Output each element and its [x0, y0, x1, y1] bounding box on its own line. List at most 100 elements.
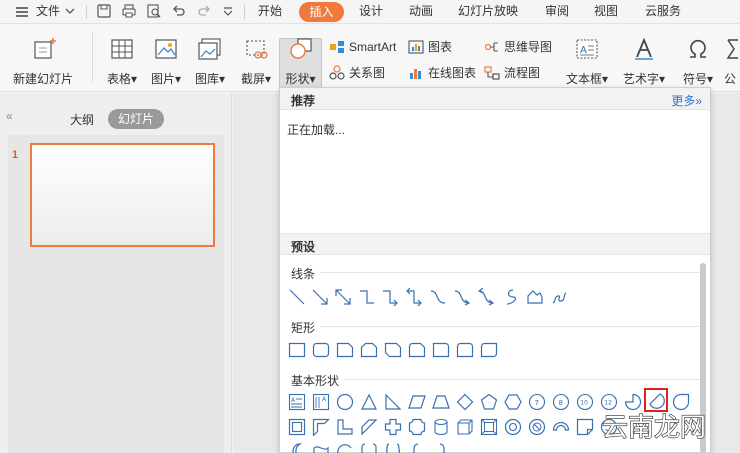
quick-access-chevron-icon[interactable] — [222, 5, 234, 17]
oval-shape-icon[interactable] — [336, 393, 354, 411]
rounded-rectangle-icon[interactable] — [312, 341, 330, 359]
tab-outline[interactable]: 大纲 — [70, 111, 94, 128]
shape-button-content[interactable]: 形状▾ — [279, 36, 322, 87]
tab-animation[interactable]: 动画 — [409, 0, 433, 24]
brace-pair-icon[interactable] — [384, 442, 402, 453]
relation-chart-button[interactable]: 关系图 — [329, 64, 385, 82]
freeform-shape-icon[interactable] — [526, 288, 544, 306]
can-shape-icon[interactable] — [432, 418, 450, 436]
flowchart-button[interactable]: 流程图 — [484, 64, 540, 82]
pentagon-shape-icon[interactable] — [480, 393, 498, 411]
scribble-shape-icon[interactable] — [550, 288, 568, 306]
redo-icon[interactable] — [196, 3, 212, 19]
slide-thumbnail[interactable] — [30, 143, 215, 247]
right-triangle-icon[interactable] — [384, 393, 402, 411]
tab-home[interactable]: 开始 — [258, 0, 282, 24]
more-link[interactable]: 更多» — [671, 92, 702, 109]
undo-icon[interactable] — [171, 3, 187, 19]
print-icon[interactable] — [121, 3, 137, 19]
double-arrow-line-icon[interactable] — [334, 288, 352, 306]
file-menu[interactable]: 文件 — [36, 0, 60, 24]
donut-shape-icon[interactable] — [504, 418, 522, 436]
curved-double-arrow-icon[interactable] — [477, 288, 495, 306]
online-chart-button[interactable]: 在线图表 — [408, 64, 476, 82]
curved-arrow-connector-icon[interactable] — [453, 288, 471, 306]
frame-shape-icon[interactable] — [288, 418, 306, 436]
new-slide-button[interactable]: 新建幻灯片 — [10, 36, 76, 87]
formula-button[interactable]: 公 — [724, 36, 740, 87]
diamond-shape-icon[interactable] — [456, 393, 474, 411]
plaque-shape-icon[interactable] — [408, 418, 426, 436]
cube-shape-icon[interactable] — [456, 418, 474, 436]
folded-corner-icon[interactable] — [576, 418, 594, 436]
category-lines: 线条 — [291, 267, 316, 281]
right-bracket-icon[interactable] — [432, 442, 450, 453]
tab-cloud-service[interactable]: 云服务 — [645, 0, 681, 24]
trapezoid-icon[interactable] — [432, 393, 450, 411]
mindmap-button[interactable]: 思维导图 — [484, 38, 552, 56]
tab-slides[interactable]: 幻灯片 — [108, 109, 164, 129]
vertical-text-box-icon[interactable]: A — [312, 393, 330, 411]
chevron-down-icon[interactable] — [64, 5, 76, 17]
flowchart-icon — [484, 66, 500, 80]
chart-button[interactable]: 图表 — [408, 38, 452, 56]
gallery-button[interactable]: 图库▾ — [190, 36, 230, 87]
collapse-panel-icon[interactable]: « — [6, 109, 13, 123]
recommend-title: 推荐 — [291, 94, 316, 108]
text-box-shape-icon[interactable]: A — [288, 393, 306, 411]
block-arc-icon[interactable] — [552, 418, 570, 436]
moon-shape-icon[interactable] — [288, 442, 306, 453]
slide-panel: « 大纲 幻灯片 1 — [0, 93, 232, 453]
decagon-icon[interactable]: 10 — [576, 393, 594, 411]
print-preview-icon[interactable] — [146, 3, 162, 19]
preset-title: 预设 — [291, 240, 316, 254]
hamburger-menu-icon[interactable] — [14, 4, 30, 20]
symbol-button[interactable]: 符号▾ — [678, 36, 718, 87]
bevel-shape-icon[interactable] — [480, 418, 498, 436]
tab-slideshow[interactable]: 幻灯片放映 — [458, 0, 518, 24]
arrow-line-icon[interactable] — [311, 288, 329, 306]
octagon-icon[interactable]: 8 — [552, 393, 570, 411]
wave-shape-icon[interactable] — [312, 442, 330, 453]
snip-same-side-rectangle-icon[interactable] — [360, 341, 378, 359]
left-bracket-icon[interactable] — [408, 442, 426, 453]
parallelogram-icon[interactable] — [408, 393, 426, 411]
no-symbol-icon[interactable] — [528, 418, 546, 436]
snip-diagonal-rectangle-icon[interactable] — [384, 341, 402, 359]
tab-view[interactable]: 视图 — [594, 0, 618, 24]
round-corner-rectangle-icon[interactable] — [432, 341, 450, 359]
table-button[interactable]: 表格▾ — [102, 36, 142, 87]
diagonal-stripe-icon[interactable] — [360, 418, 378, 436]
elbow-arrow-connector-icon[interactable] — [381, 288, 399, 306]
tab-review[interactable]: 审阅 — [545, 0, 569, 24]
cross-shape-icon[interactable] — [384, 418, 402, 436]
line-shape-icon[interactable] — [288, 288, 306, 306]
round-diagonal-rectangle-icon[interactable] — [480, 341, 498, 359]
snip-corner-rectangle-icon[interactable] — [336, 341, 354, 359]
l-shape-icon[interactable] — [336, 418, 354, 436]
screenshot-button[interactable]: 截屏▾ — [236, 36, 276, 87]
arc-shape-icon[interactable] — [336, 442, 354, 453]
category-divider — [344, 379, 700, 380]
round-same-side-rectangle-icon[interactable] — [456, 341, 474, 359]
bracket-pair-icon[interactable] — [360, 442, 378, 453]
wordart-button[interactable]: 艺术字▾ — [618, 36, 670, 87]
heptagon-icon[interactable]: 7 — [528, 393, 546, 411]
textbox-button[interactable]: A 文本框▾ — [564, 36, 610, 87]
picture-button[interactable]: 图片▾ — [146, 36, 186, 87]
tab-insert[interactable]: 插入 — [299, 2, 344, 22]
save-icon[interactable] — [96, 3, 112, 19]
curved-connector-icon[interactable] — [429, 288, 447, 306]
elbow-double-arrow-icon[interactable] — [405, 288, 423, 306]
smartart-button[interactable]: SmartArt — [329, 38, 396, 56]
elbow-connector-icon[interactable] — [358, 288, 376, 306]
triangle-shape-icon[interactable] — [360, 393, 378, 411]
tab-design[interactable]: 设计 — [359, 0, 383, 24]
hexagon-shape-icon[interactable] — [504, 393, 522, 411]
half-frame-icon[interactable] — [312, 418, 330, 436]
snip-round-rectangle-icon[interactable] — [408, 341, 426, 359]
rectangle-shape-icon[interactable] — [288, 341, 306, 359]
menu-bar: 文件 开始 插入 设计 动画 幻灯片放映 审阅 视图 云服务 — [0, 0, 740, 24]
svg-text:A: A — [580, 45, 587, 56]
curve-shape-icon[interactable] — [501, 288, 519, 306]
